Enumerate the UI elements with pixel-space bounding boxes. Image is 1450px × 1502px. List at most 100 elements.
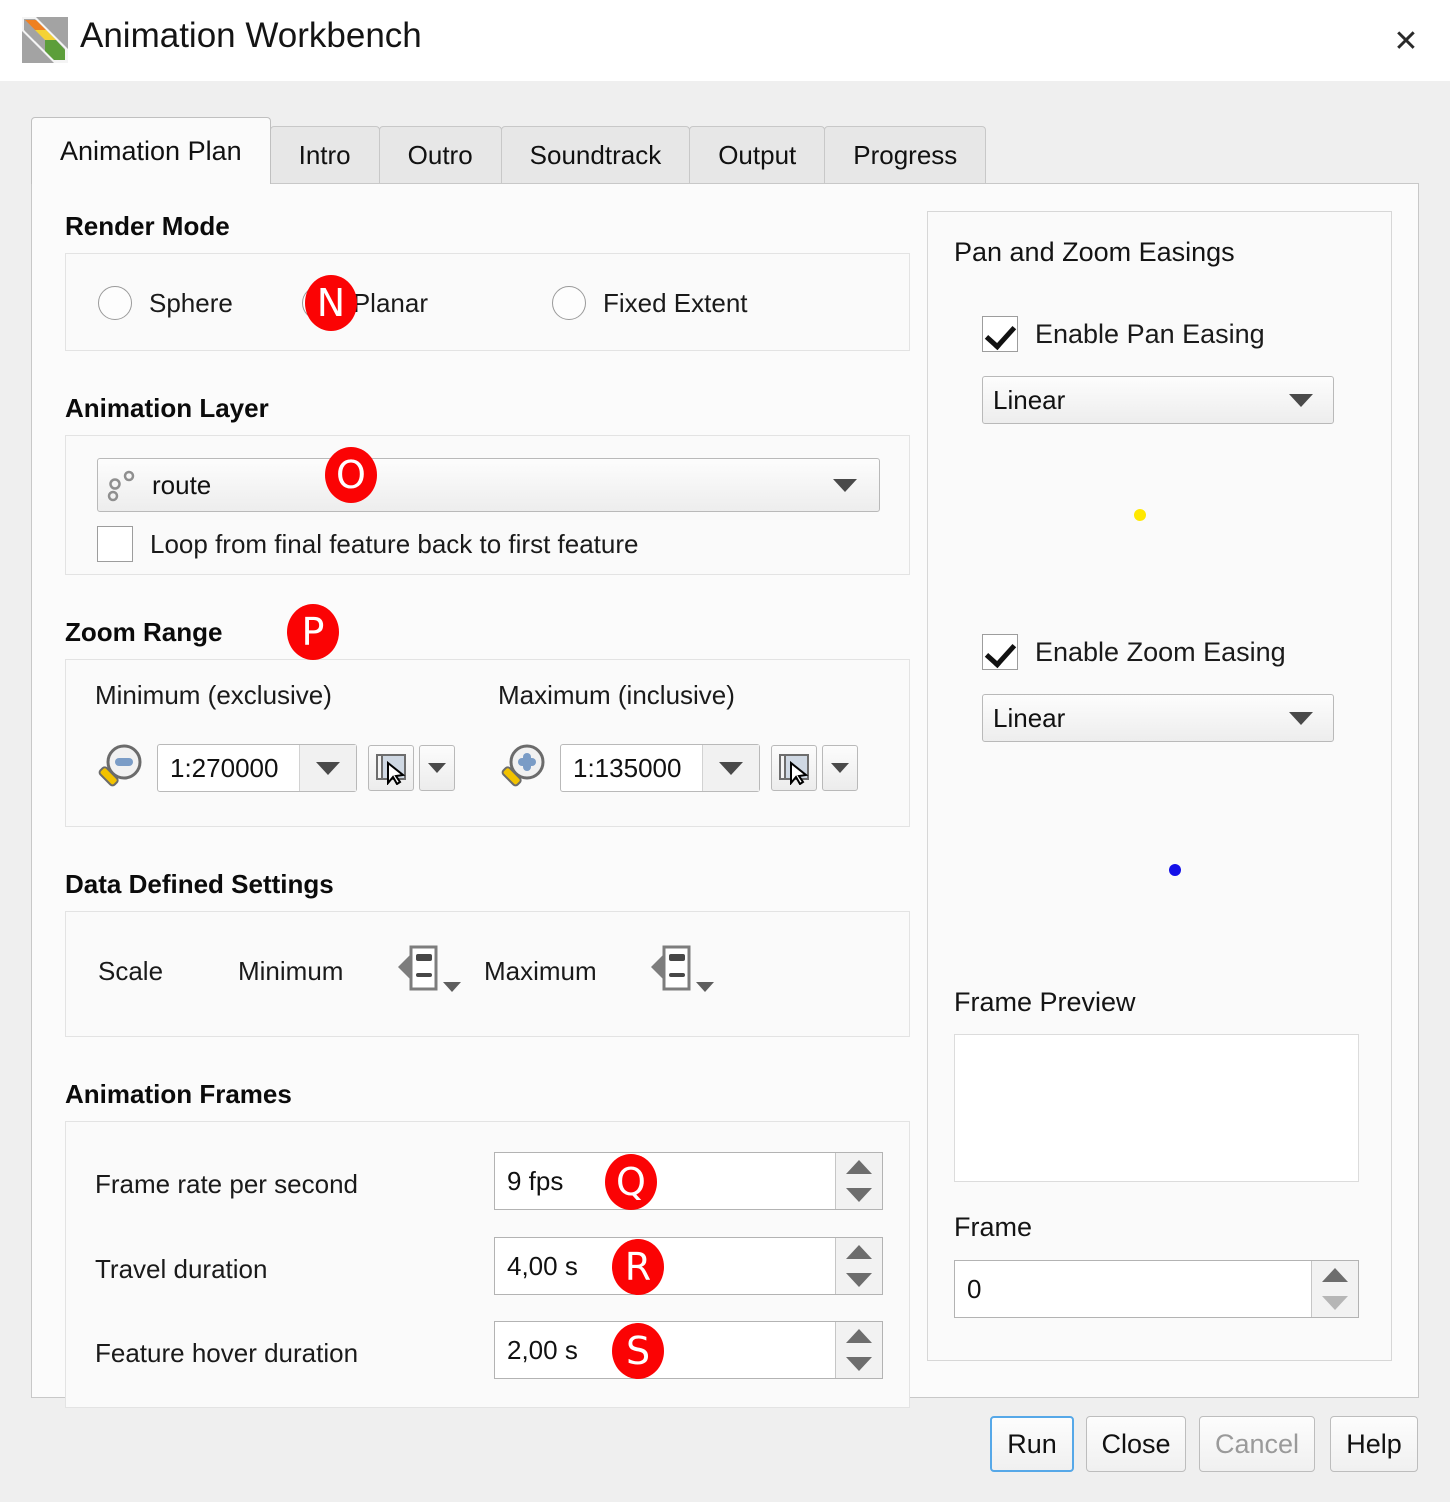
data-defined-heading: Data Defined Settings <box>65 869 334 899</box>
zoom-max-set-from-canvas-button[interactable] <box>771 745 817 791</box>
tab-intro[interactable]: Intro <box>269 126 380 184</box>
spin-up-icon[interactable] <box>846 1160 872 1174</box>
qgis-diagonal-logo-icon <box>22 17 68 63</box>
enable-zoom-easing-row[interactable]: Enable Zoom Easing <box>982 634 1286 670</box>
travel-duration-value: 4,00 s <box>507 1250 578 1281</box>
enable-pan-easing-label: Enable Pan Easing <box>1035 318 1265 349</box>
cancel-button-label: Cancel <box>1214 1428 1300 1459</box>
radio-option-sphere[interactable]: Sphere <box>98 286 233 320</box>
render-mode-group: Sphere Planar Fixed Extent N <box>65 253 910 351</box>
frame-rate-spin-buttons[interactable] <box>835 1153 882 1209</box>
zoom-min-dropdown-button[interactable] <box>419 745 455 791</box>
pan-easing-value: Linear <box>993 384 1066 415</box>
spin-down-icon[interactable] <box>846 1357 872 1371</box>
render-mode-heading: Render Mode <box>65 211 230 241</box>
spin-up-icon[interactable] <box>846 1329 872 1343</box>
animation-layer-combo[interactable]: route <box>97 458 880 512</box>
close-button-label: Close <box>1101 1428 1171 1459</box>
radio-fixed-extent[interactable] <box>552 286 586 320</box>
enable-zoom-easing-checkbox[interactable] <box>982 634 1018 670</box>
frame-value: 0 <box>967 1273 982 1304</box>
tab-widget: Animation Plan Intro Outro Soundtrack Ou… <box>31 117 1419 1408</box>
help-button-label: Help <box>1346 1428 1402 1459</box>
zoom-min-value: 1:270000 <box>170 752 279 783</box>
pan-easing-preview <box>982 434 1334 569</box>
travel-duration-spinbox[interactable]: 4,00 s R <box>494 1237 883 1295</box>
set-to-map-canvas-scale-icon <box>779 754 809 785</box>
spin-up-icon[interactable] <box>846 1245 872 1259</box>
window-title-bar: Animation Workbench ✕ <box>0 0 1450 81</box>
zoom-max-dropdown-button[interactable] <box>822 745 858 791</box>
spin-down-icon[interactable] <box>846 1273 872 1287</box>
zoom-min-row: 1:270000 <box>93 740 455 796</box>
zoom-min-set-from-canvas-button[interactable] <box>368 745 414 791</box>
data-defined-maximum-override-button[interactable] <box>649 944 714 994</box>
data-defined-minimum-label: Minimum <box>238 956 344 986</box>
dialog-button-box: Run Close Cancel Help <box>0 1416 1450 1502</box>
chevron-down-icon <box>443 982 461 992</box>
frame-rate-spinbox[interactable]: 9 fps Q <box>494 1152 883 1210</box>
travel-duration-label: Travel duration <box>95 1254 268 1284</box>
loop-feature-checkbox[interactable] <box>97 526 133 562</box>
radio-option-fixed-extent[interactable]: Fixed Extent <box>552 286 748 320</box>
frame-spin-buttons[interactable] <box>1311 1261 1358 1317</box>
radio-sphere[interactable] <box>98 286 132 320</box>
cancel-button[interactable]: Cancel <box>1199 1416 1315 1472</box>
zoom-out-magnifier-icon <box>98 744 142 787</box>
page-title: Animation Workbench <box>80 16 422 55</box>
enable-pan-easing-row[interactable]: Enable Pan Easing <box>982 316 1265 352</box>
zoom-max-scale-combo[interactable]: 1:135000 <box>560 744 760 792</box>
tab-outro[interactable]: Outro <box>378 126 502 184</box>
frame-label: Frame <box>954 1212 1033 1242</box>
set-to-map-canvas-scale-icon <box>376 754 406 785</box>
loop-feature-checkbox-row[interactable]: Loop from final feature back to first fe… <box>97 526 638 562</box>
close-icon[interactable]: ✕ <box>1384 20 1428 64</box>
animation-frames-heading: Animation Frames <box>65 1079 292 1109</box>
spin-up-icon[interactable] <box>1322 1268 1348 1282</box>
zoom-min-combo-arrow[interactable] <box>299 745 356 791</box>
tab-soundtrack[interactable]: Soundtrack <box>500 126 691 184</box>
pan-easing-combo[interactable]: Linear <box>982 376 1334 424</box>
chevron-down-icon <box>316 761 340 775</box>
help-button[interactable]: Help <box>1330 1416 1418 1472</box>
frame-rate-label: Frame rate per second <box>95 1169 359 1199</box>
data-defined-minimum-override-button[interactable] <box>396 944 461 994</box>
feature-hover-spin-buttons[interactable] <box>835 1322 882 1378</box>
annotation-badge-r: R <box>612 1239 664 1295</box>
radio-planar[interactable] <box>301 286 336 320</box>
zoom-easing-value: Linear <box>993 702 1066 733</box>
data-defined-maximum-label: Maximum <box>484 956 597 986</box>
zoom-easing-combo[interactable]: Linear <box>982 694 1334 742</box>
run-button[interactable]: Run <box>990 1416 1074 1472</box>
frame-preview-heading: Frame Preview <box>954 987 1136 1017</box>
render-mode-options: Sphere Planar Fixed Extent <box>66 254 909 352</box>
zoom-max-value: 1:135000 <box>573 752 682 783</box>
tab-output[interactable]: Output <box>689 126 826 184</box>
zoom-min-scale-combo[interactable]: 1:270000 <box>157 744 357 792</box>
data-defined-override-icon <box>398 945 438 991</box>
tab-label: Animation Plan <box>60 135 242 166</box>
chevron-down-icon <box>1289 711 1313 725</box>
animation-plan-left-column: Render Mode Sphere Planar Fixed Extent N… <box>65 211 910 1408</box>
tab-progress[interactable]: Progress <box>824 126 987 184</box>
animation-frames-group: Frame rate per second 9 fps Q Travel dur… <box>65 1121 910 1408</box>
tab-label: Outro <box>407 140 473 170</box>
feature-hover-duration-spinbox[interactable]: 2,00 s S <box>494 1321 883 1379</box>
tab-animation-plan[interactable]: Animation Plan <box>31 117 271 184</box>
pan-easing-marker-dot <box>1134 509 1146 521</box>
data-defined-scale-label: Scale <box>98 956 164 986</box>
spin-down-icon[interactable] <box>846 1188 872 1202</box>
feature-hover-duration-value: 2,00 s <box>507 1334 578 1365</box>
enable-pan-easing-checkbox[interactable] <box>982 316 1018 352</box>
frame-spinbox[interactable]: 0 <box>954 1260 1359 1318</box>
close-button[interactable]: Close <box>1086 1416 1186 1472</box>
point-layer-icon <box>107 470 135 502</box>
pan-zoom-easings-heading: Pan and Zoom Easings <box>954 237 1235 267</box>
radio-option-planar[interactable]: Planar <box>301 286 428 320</box>
enable-zoom-easing-label: Enable Zoom Easing <box>1035 636 1286 667</box>
zoom-max-label: Maximum (inclusive) <box>498 680 735 710</box>
travel-duration-spin-buttons[interactable] <box>835 1238 882 1294</box>
zoom-max-combo-arrow[interactable] <box>702 745 759 791</box>
easings-and-preview-panel: Pan and Zoom Easings Enable Pan Easing L… <box>927 211 1392 1361</box>
spin-down-icon[interactable] <box>1322 1296 1348 1310</box>
